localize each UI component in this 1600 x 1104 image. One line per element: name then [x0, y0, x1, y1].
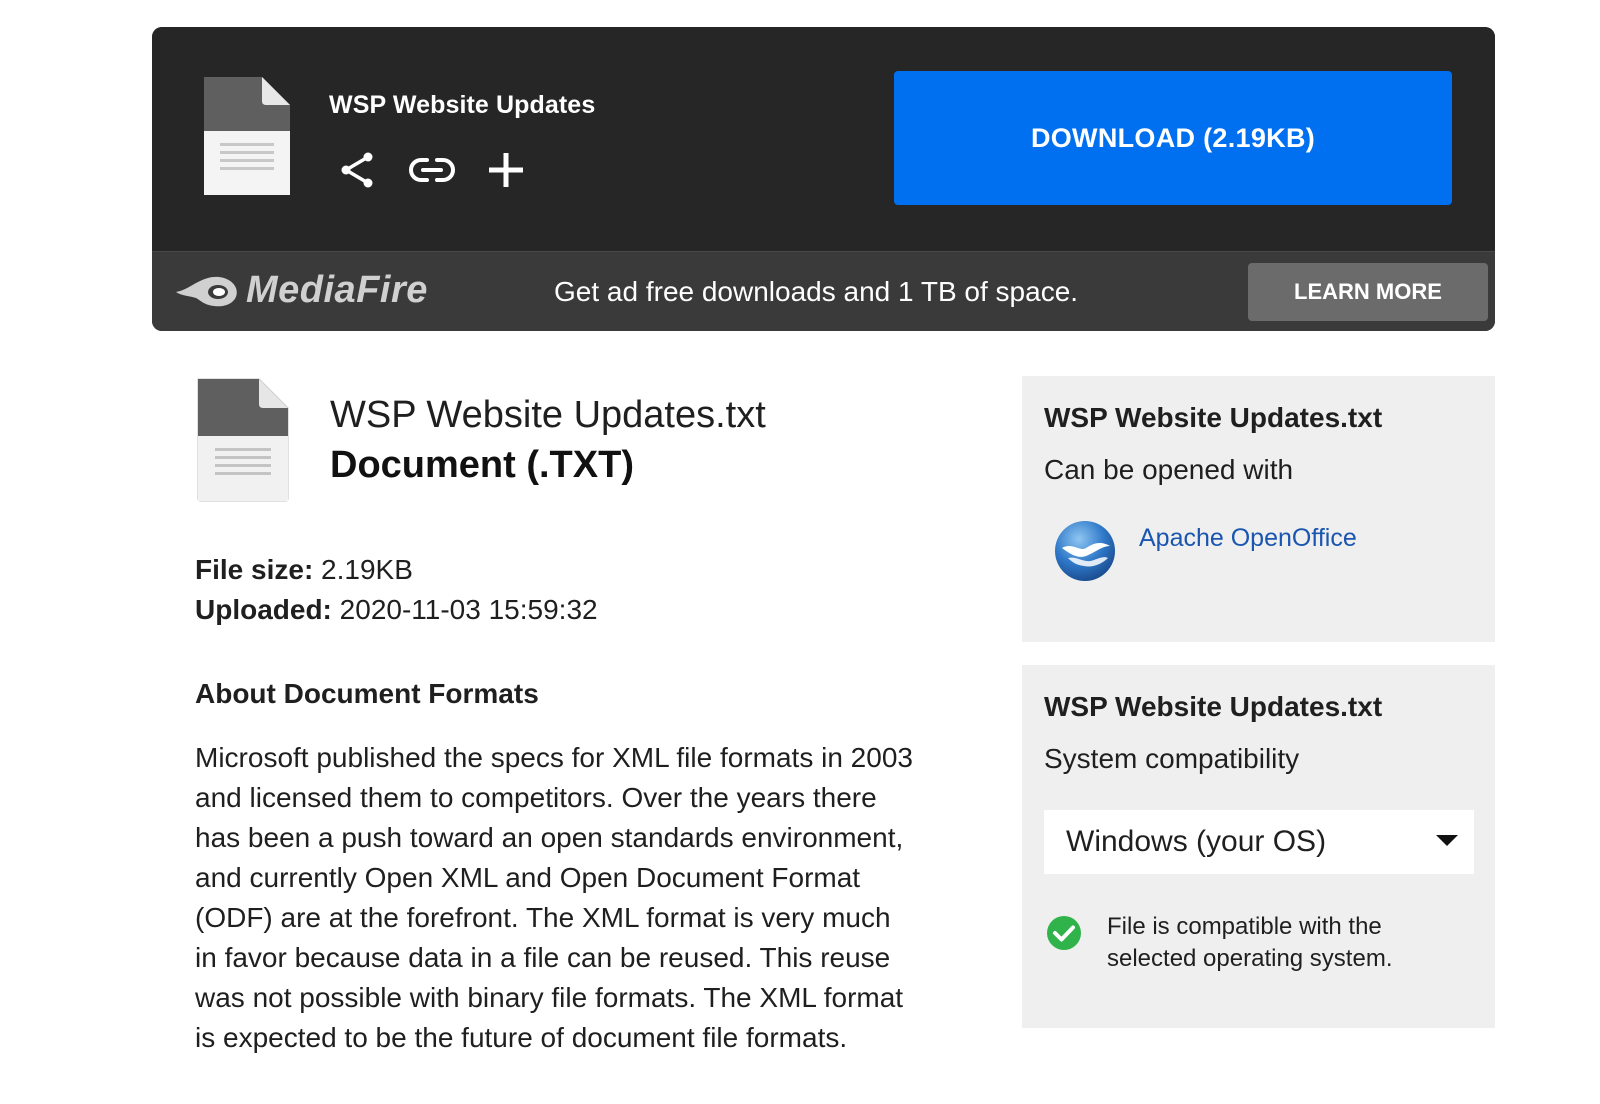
- file-size-label: File size:: [195, 554, 314, 585]
- file-type: Document (.TXT): [330, 444, 634, 486]
- opened-with-title: WSP Website Updates.txt: [1044, 402, 1383, 433]
- os-select[interactable]: Windows (your OS): [1044, 810, 1474, 874]
- add-to-account-button[interactable]: [483, 147, 529, 193]
- mediafire-flame-icon: [176, 276, 237, 307]
- file-title: WSP Website Updates: [329, 91, 596, 119]
- file-name: WSP Website Updates.txt: [330, 394, 766, 436]
- os-select-value: Windows (your OS): [1066, 825, 1327, 858]
- file-size-value: 2.19KB: [321, 554, 413, 585]
- promo-text: Get ad free downloads and 1 TB of space.: [554, 276, 1079, 307]
- compatibility-title: WSP Website Updates.txt: [1044, 691, 1383, 722]
- download-header: WSP Website Updates DOWNLOAD (2.19KB): [152, 27, 1495, 251]
- openoffice-icon: [1055, 521, 1115, 581]
- plus-icon: [489, 153, 523, 187]
- compatibility-message: File is compatible with the selected ope…: [1107, 913, 1393, 972]
- share-button[interactable]: [335, 147, 381, 193]
- download-button[interactable]: DOWNLOAD (2.19KB): [894, 71, 1452, 205]
- document-file-icon: [204, 77, 290, 195]
- openoffice-link[interactable]: Apache OpenOffice: [1139, 524, 1357, 553]
- compatibility-card: WSP Website Updates.txt System compatibi…: [1022, 665, 1495, 1028]
- file-actions: [335, 147, 529, 193]
- file-meta: File size: 2.19KB Uploaded: 2020-11-03 1…: [195, 550, 598, 630]
- promo-bar: MediaFire Get ad free downloads and 1 TB…: [152, 251, 1495, 331]
- learn-more-button[interactable]: LEARN MORE: [1248, 263, 1488, 321]
- uploaded-label: Uploaded:: [195, 594, 332, 625]
- compatibility-subtitle: System compatibility: [1044, 743, 1300, 774]
- share-icon: [341, 152, 373, 188]
- about-body: Microsoft published the specs for XML fi…: [195, 742, 913, 1053]
- mediafire-logo: MediaFire: [174, 266, 428, 314]
- download-panel: WSP Website Updates DOWNLOAD (2.19KB) Me…: [152, 27, 1495, 331]
- opened-with-subtitle: Can be opened with: [1044, 454, 1294, 485]
- uploaded-value: 2020-11-03 15:59:32: [339, 594, 598, 625]
- copy-link-button[interactable]: [409, 147, 455, 193]
- link-icon: [409, 158, 455, 182]
- opened-with-card: WSP Website Updates.txt Can be opened wi…: [1022, 376, 1495, 642]
- about-heading: About Document Formats: [195, 678, 539, 709]
- file-size-row: File size: 2.19KB: [195, 550, 598, 590]
- document-type-icon: [197, 378, 289, 502]
- chevron-down-icon: [1436, 835, 1458, 846]
- uploaded-row: Uploaded: 2020-11-03 15:59:32: [195, 590, 598, 630]
- mediafire-wordmark: MediaFire: [246, 268, 428, 311]
- check-circle-icon: [1047, 916, 1081, 950]
